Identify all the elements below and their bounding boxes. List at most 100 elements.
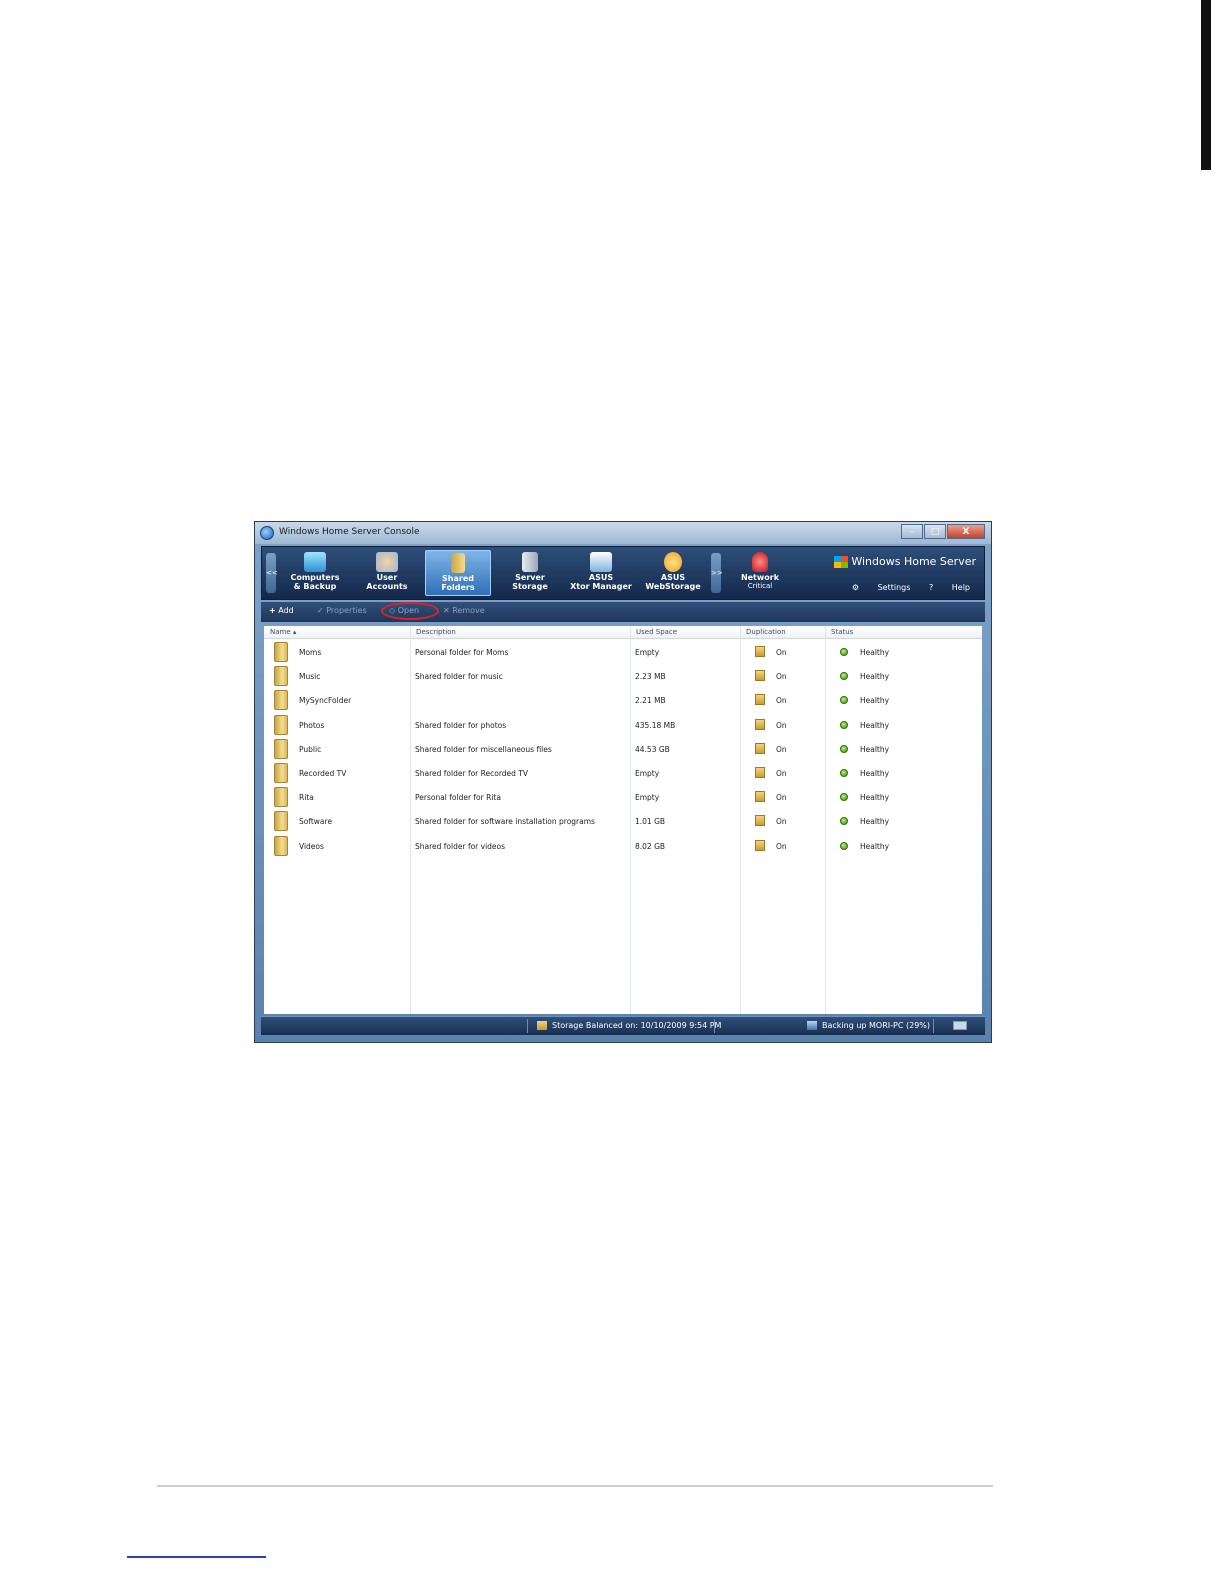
cell-used-space: 8.02 GB [635,841,666,851]
status-divider [714,1019,715,1033]
toolbar: + Add ✓ Properties ◇ Open ✕ Remove [261,602,985,622]
brand-logo: Windows Home Server [834,555,976,568]
app-icon [260,526,274,540]
tab-webstorage[interactable]: ASUS WebStorage [640,550,706,596]
network-label: Network [740,573,780,582]
table-row[interactable]: Public Shared folder for miscellaneous fi… [264,737,982,761]
column-header-name[interactable]: Name ▴ [264,626,410,639]
cell-status: Healthy [860,817,890,827]
backup-status: Backing up MORI-PC (29%) [807,1021,930,1030]
status-divider [933,1019,934,1033]
healthy-status-icon [840,648,848,656]
duplication-icon [755,718,765,730]
tab-shared-folders[interactable]: Shared Folders [425,550,491,596]
network-sublabel: Critical [747,582,773,590]
tab-server-storage[interactable]: Server Storage [497,550,563,596]
add-button[interactable]: + Add [269,606,294,615]
cell-duplication: On [776,720,787,730]
cell-name: Videos [299,841,324,851]
cell-name: Software [299,817,333,827]
cell-name: Recorded TV [299,769,347,778]
tab-computers-backup[interactable]: Computers & Backup [282,550,348,596]
cell-status: Healthy [860,648,890,657]
cell-duplication: On [776,769,787,778]
tab-label: Shared Folders [441,574,475,592]
cell-status: Healthy [860,672,890,682]
keyboard-icon[interactable] [953,1021,967,1030]
table-row[interactable]: Moms Personal folder for Moms Empty On Healt… [264,640,982,664]
folder-icon [274,787,288,808]
cell-description: Shared folder for software installation … [415,817,595,827]
storage-status: Storage Balanced on: 10/10/2009 9:54 PM [537,1021,721,1030]
minimize-button[interactable]: – [901,524,923,539]
xtor-manager-icon [590,552,612,572]
cell-status: Healthy [860,744,890,754]
healthy-status-icon [840,817,848,826]
tab-label: Server Storage [512,573,548,591]
cell-used-space: 435.18 MB [635,720,676,730]
cell-status: Healthy [860,841,890,851]
folder-icon [274,714,288,735]
table-row[interactable]: MySyncFolder 2.21 MB On Healthy [264,688,982,712]
brand-text: Windows Home Server [851,555,976,568]
settings-link[interactable]: ⚙ Settings [852,583,911,592]
shared-folders-icon [451,553,465,573]
properties-button[interactable]: ✓ Properties [317,606,367,615]
cell-description: Personal folder for Rita [415,793,501,803]
cell-duplication: On [776,793,787,803]
table-row[interactable]: Music Shared folder for music 2.23 MB On Hea… [264,664,982,688]
console-window: Windows Home Server Console – □ X << Com… [254,521,992,1043]
folder-icon [274,642,288,662]
title-bar: Windows Home Server Console – □ X [255,522,991,544]
cell-duplication: On [776,744,787,754]
help-link[interactable]: ? Help [929,583,970,592]
nav-scroll-right[interactable]: >> [711,553,723,593]
table-row[interactable]: Photos Shared folder for photos 435.18 MB O… [264,713,982,737]
duplication-icon [755,791,765,803]
table-row[interactable]: Videos Shared folder for videos 8.02 GB On H… [264,834,982,858]
tab-label: User Accounts [366,573,408,591]
tab-label: ASUS WebStorage [645,573,701,591]
cell-used-space: 2.23 MB [635,672,666,682]
settings-label: Settings [877,583,911,592]
server-storage-icon [522,552,538,572]
nav-scroll-left[interactable]: << [266,553,278,593]
nav-bar: << Computers & Backup User Accounts Shar… [261,546,985,600]
column-label: Name [270,628,291,636]
cell-name: Photos [299,720,325,730]
column-header-status[interactable]: Status [825,626,982,639]
folder-icon [274,666,288,687]
folder-icon [274,835,288,856]
footer-rule [157,1485,993,1487]
cell-duplication: On [776,672,787,682]
close-button[interactable]: X [947,524,985,539]
column-header-used-space[interactable]: Used Space [630,626,740,639]
duplication-icon [755,742,765,754]
cell-duplication: On [776,696,787,706]
healthy-status-icon [840,769,848,777]
column-header-duplication[interactable]: Duplication [740,626,825,639]
folder-icon [274,690,288,711]
tab-xtor-manager[interactable]: ASUS Xtor Manager [568,550,634,596]
healthy-status-icon [840,744,848,753]
table-row[interactable]: Recorded TV Shared folder for Recorded TV… [264,761,982,785]
cell-used-space: 1.01 GB [635,817,666,827]
storage-icon [537,1021,547,1030]
cell-description: Personal folder for Moms [415,648,509,657]
top-links: ⚙ Settings ? Help [836,583,970,592]
cell-status: Healthy [860,793,890,803]
cell-status: Healthy [860,769,890,778]
highlight-circle [381,602,439,620]
tab-user-accounts[interactable]: User Accounts [354,550,420,596]
table-row[interactable]: Software Shared folder for software insta… [264,809,982,833]
remove-button[interactable]: ✕ Remove [443,606,485,615]
network-status[interactable]: Network Critical [727,550,793,596]
maximize-button[interactable]: □ [924,524,946,539]
table-row[interactable]: Rita Personal folder for Rita Empty On Healt… [264,785,982,809]
folder-icon [274,763,288,783]
column-header-description[interactable]: Description [410,626,630,639]
cell-description: Shared folder for music [415,672,503,682]
healthy-status-icon [840,793,848,802]
duplication-icon [755,646,765,657]
cell-used-space: Empty [635,769,660,778]
